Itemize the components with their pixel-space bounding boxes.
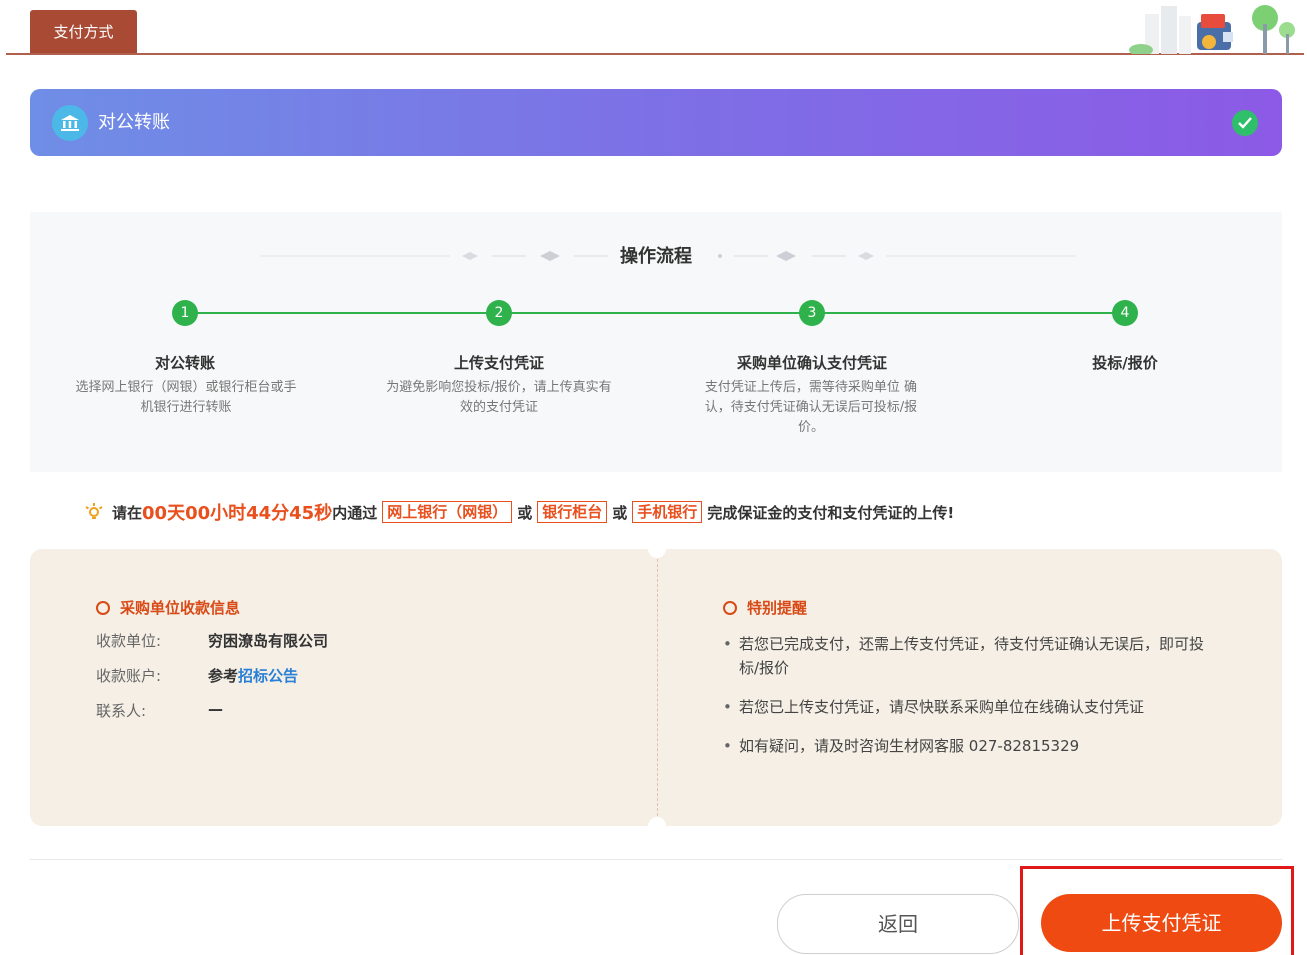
step-description: 为避免影响您投标/报价，请上传真实有效的支付凭证	[386, 380, 612, 415]
back-button[interactable]: 返回	[777, 894, 1019, 954]
reminder-title-text: 特别提醒	[747, 599, 808, 617]
unit-value: 穷困潦岛有限公司	[208, 632, 329, 650]
unit-label: 收款单位:	[96, 632, 162, 650]
step-description: 选择网上银行（网银）或银行柜台或手机银行进行转账	[75, 380, 297, 415]
bank-icon	[52, 105, 88, 141]
receiver-section-title: 采购单位收款信息	[96, 597, 240, 618]
receiver-title-text: 采购单位收款信息	[120, 599, 241, 617]
footer-divider	[30, 859, 1282, 860]
process-title: 操作流程	[620, 246, 692, 267]
step-title: 上传支付凭证	[453, 354, 544, 372]
card-notch	[648, 817, 666, 835]
reminder-item: 若您已完成支付，还需上传支付凭证，待支付凭证确认无误后，即可投标/报价	[723, 632, 1219, 680]
step-number: 2	[486, 300, 512, 326]
tab-payment-method[interactable]: 支付方式	[30, 10, 137, 54]
method-online-banking: 网上银行（网银）	[382, 501, 513, 523]
selected-check-icon	[1232, 110, 1258, 136]
method-mobile-banking: 手机银行	[632, 501, 703, 523]
card-notch	[648, 540, 666, 558]
step-description: 支付凭证上传后，需等待采购单位 确认，待支付凭证确认无误后可投标/报价。	[704, 380, 918, 435]
tab-underline	[6, 53, 1304, 55]
notice-or: 或	[612, 503, 628, 522]
account-prefix: 参考	[208, 667, 239, 685]
notice-or: 或	[517, 503, 533, 522]
countdown-timer: 00天00小时44分45秒	[142, 503, 333, 524]
circle-icon	[96, 600, 110, 615]
step-number: 3	[799, 300, 825, 326]
step-title: 对公转账	[154, 354, 215, 372]
step-number: 4	[1112, 300, 1138, 326]
payment-option-title: 对公转账	[98, 112, 170, 133]
contact-label: 联系人:	[96, 702, 147, 720]
step-number: 1	[172, 300, 198, 326]
account-label: 收款账户:	[96, 667, 162, 685]
circle-icon	[723, 600, 737, 615]
card-divider	[657, 559, 658, 816]
step-title: 采购单位确认支付凭证	[736, 354, 887, 372]
highlight-box	[1020, 866, 1294, 955]
method-bank-counter: 银行柜台	[537, 501, 608, 523]
account-value: 参考招标公告	[208, 665, 298, 686]
payment-option-banner[interactable]: 对公转账	[30, 89, 1282, 156]
decoration-illustration	[1129, 5, 1295, 54]
title-decoration-right	[718, 251, 1076, 261]
step-title: 投标/报价	[1092, 354, 1158, 372]
reminder-item: 若您已上传支付凭证，请尽快联系采购单位在线确认支付凭证	[723, 695, 1219, 719]
reminder-section-title: 特别提醒	[723, 597, 807, 618]
notice-suffix: 完成保证金的支付和支付凭证的上传!	[707, 503, 955, 522]
notice-prefix: 请在	[112, 503, 143, 522]
lightbulb-icon	[85, 503, 103, 519]
contact-value: —	[208, 700, 223, 718]
notice-text: 内通过	[332, 503, 378, 522]
reminder-item: 如有疑问，请及时咨询生材网客服 027-82815329	[723, 734, 1219, 758]
payment-info-card: 采购单位收款信息 收款单位: 穷困潦岛有限公司 收款账户: 参考招标公告 联系人…	[30, 540, 1282, 835]
tender-notice-link[interactable]: 招标公告	[238, 667, 298, 685]
deadline-notice: 请在 00天00小时44分45秒 内通过 网上银行（网银） 或 银行柜台 或 手…	[84, 500, 954, 524]
process-connector	[185, 312, 1125, 314]
process-panel: 操作流程 1 2 3 4 对公转账 上传支付凭证 采购单位确认支付凭证 投标/报…	[30, 212, 1282, 472]
